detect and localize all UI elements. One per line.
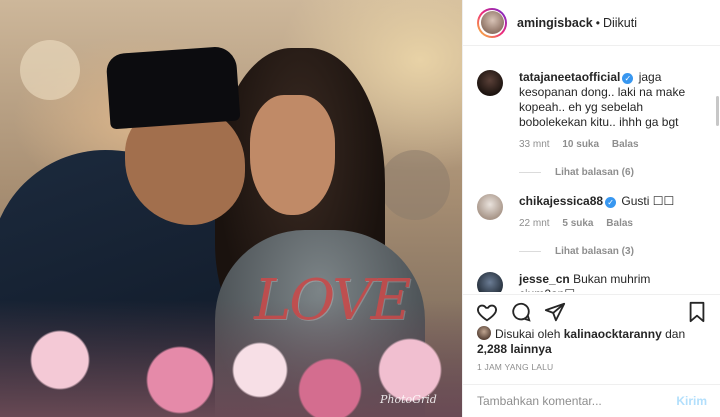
likes-summary: Disukai oleh kalinaocktaranny dan 2,288 … [477,326,686,356]
reply-button[interactable]: Balas [606,218,633,229]
post-photo[interactable]: LOVE PhotoGrid [0,0,462,417]
bookmark-icon[interactable] [685,300,709,324]
bokeh-light [20,40,80,100]
comment-username[interactable]: jesse_cn [519,272,570,286]
comment-item: jesse_cn Bukan muhrim cium2an☐ [477,272,707,292]
peci-cap [105,45,241,130]
woman-face [250,95,335,215]
commenter-avatar[interactable] [477,272,503,292]
post-side-panel: amingisback • Diikuti tatajaneetaofficia… [462,0,720,417]
liker-avatar [477,326,491,340]
verified-badge-icon: ✓ [605,197,617,208]
heart-icon[interactable] [475,300,499,324]
scrollbar[interactable] [716,96,719,126]
post-header: amingisback • Diikuti [463,0,720,46]
view-replies-button[interactable]: Lihat balasan (6) [519,167,707,178]
post-comment-button[interactable]: Kirim [676,394,707,408]
view-replies-button[interactable]: Lihat balasan (3) [519,246,707,257]
post-timestamp: 1 JAM YANG LALU [477,362,554,372]
comment-username[interactable]: tatajaneetaofficial [519,70,620,84]
photogrid-watermark: PhotoGrid [380,393,437,406]
comment-time: 33 mnt [519,139,550,150]
comment-input[interactable] [477,394,677,408]
comment-icon[interactable] [509,300,533,324]
avatar[interactable] [477,7,507,38]
commenter-avatar[interactable] [477,70,503,96]
header-username[interactable]: amingisback [517,16,593,30]
reply-button[interactable]: Balas [612,139,639,150]
love-overlay-text: LOVE [254,268,411,333]
header-separator: • [595,15,600,30]
comment-likes[interactable]: 10 suka [562,139,599,150]
comment-item: chikajessica88 ✓ Gusti ☐☐ 22 mnt 5 suka B… [477,194,707,257]
comment-likes[interactable]: 5 suka [562,218,593,229]
bokeh-light [380,150,450,220]
divider [519,172,541,173]
follow-status-button[interactable]: Diikuti [603,16,637,30]
comment-time: 22 mnt [519,218,550,229]
action-bar [463,294,720,328]
comment-list[interactable]: tatajaneetaofficial ✓ jaga kesopanan dong… [463,46,720,292]
verified-badge-icon: ✓ [622,73,634,84]
comment-item: tatajaneetaofficial ✓ jaga kesopanan dong… [477,70,707,178]
comment-username[interactable]: chikajessica88 [519,194,603,208]
liker-username[interactable]: kalinaocktaranny [564,327,662,341]
share-icon[interactable] [543,300,567,324]
commenter-avatar[interactable] [477,194,503,220]
divider [519,251,541,252]
comment-text: Gusti ☐☐ [621,194,675,208]
avatar-image [480,11,504,34]
add-comment-bar: Kirim [463,384,720,417]
likes-count[interactable]: 2,288 [477,342,507,356]
